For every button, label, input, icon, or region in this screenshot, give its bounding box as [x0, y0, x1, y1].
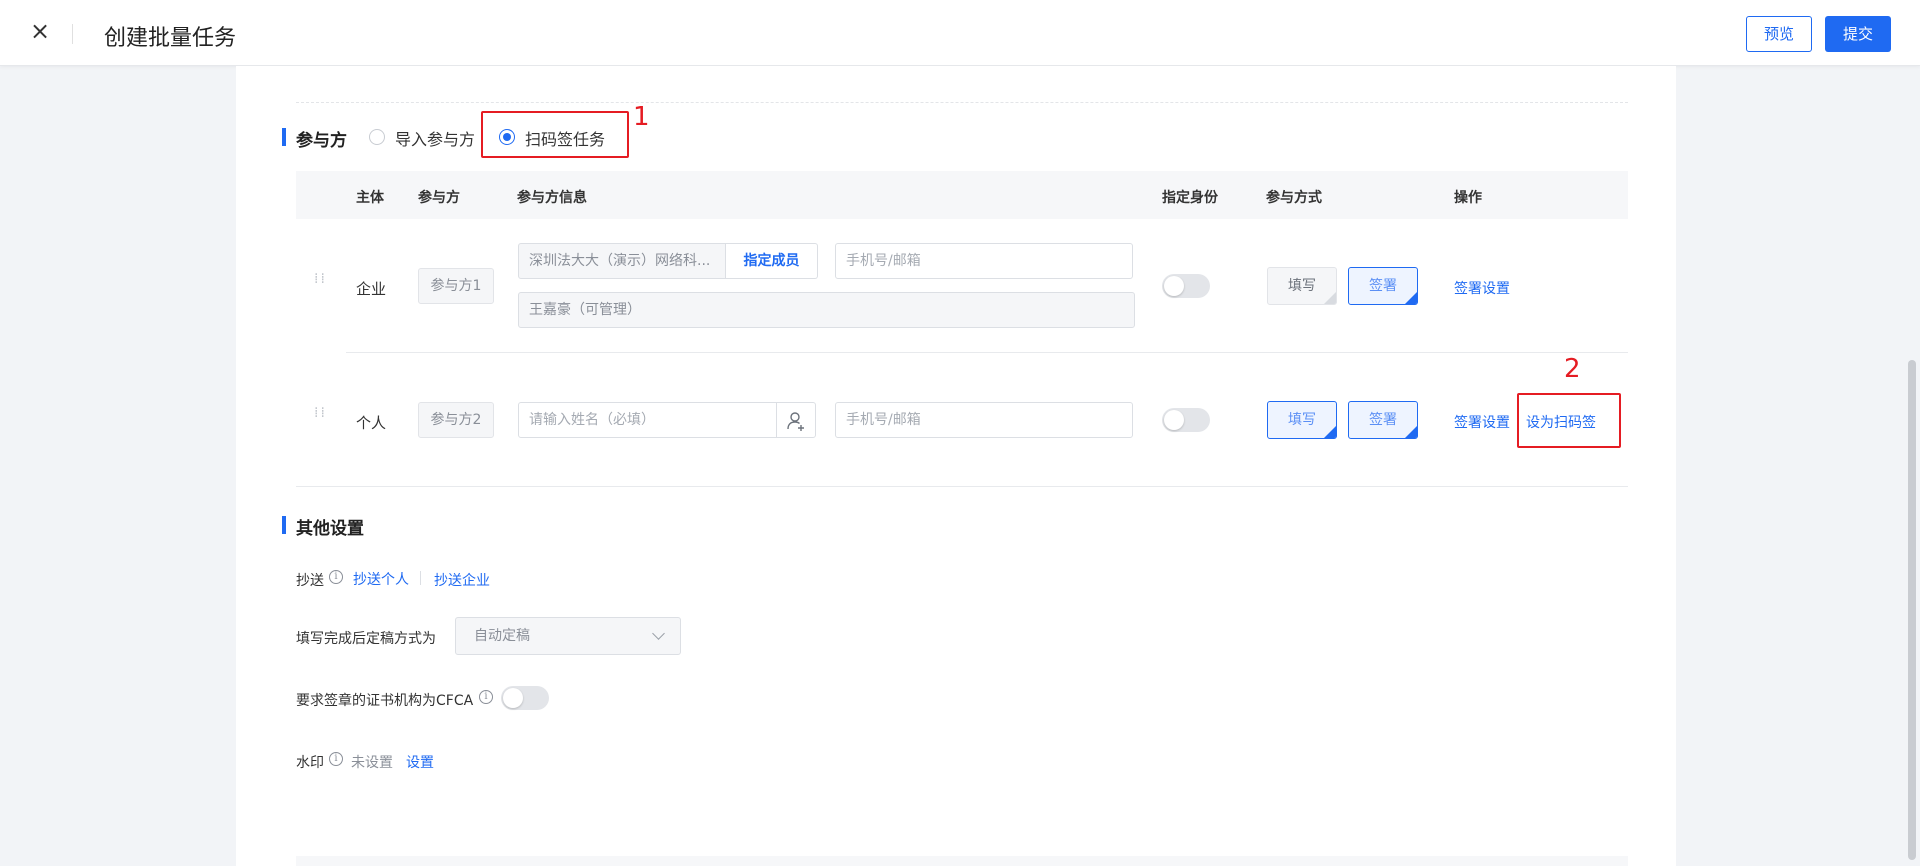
finalize-label: 填写完成后定稿方式为	[296, 631, 436, 647]
close-icon[interactable]: ×	[28, 19, 52, 43]
sign-settings-link[interactable]: 签署设置	[1454, 278, 1510, 298]
row-subject: 企业	[356, 280, 387, 298]
cc-person-link[interactable]: 抄送个人	[353, 569, 409, 589]
corner-mark-icon	[1405, 292, 1417, 304]
info-icon[interactable]: i	[329, 752, 343, 766]
cfca-label: 要求签章的证书机构为CFCA	[296, 693, 474, 709]
column-header: 指定身份	[1162, 190, 1218, 206]
section-marker	[282, 516, 286, 534]
info-icon[interactable]: i	[329, 570, 343, 584]
cfca-toggle[interactable]	[501, 686, 549, 710]
cc-label: 抄送	[296, 573, 324, 589]
table-header	[296, 171, 1628, 219]
watermark-settings-link[interactable]: 设置	[406, 752, 434, 772]
company-field[interactable]: 深圳法大大（演示）网络科...	[518, 243, 726, 279]
cc-company-link[interactable]: 抄送企业	[434, 570, 490, 590]
fill-mode-button[interactable]: 填写	[1267, 401, 1337, 439]
info-icon[interactable]: i	[479, 690, 493, 704]
identity-toggle[interactable]	[1162, 408, 1210, 432]
party-tag: 参与方2	[418, 402, 494, 438]
finalize-value: 自动定稿	[474, 628, 530, 644]
annotation-box-1	[481, 111, 629, 158]
corner-mark-icon	[1324, 292, 1336, 304]
submit-button[interactable]: 提交	[1825, 16, 1891, 52]
preview-button[interactable]: 预览	[1746, 16, 1812, 52]
page-title: 创建批量任务	[104, 26, 237, 51]
annotation-number-2: 2	[1564, 354, 1581, 384]
add-user-icon[interactable]	[776, 402, 816, 438]
contact-input[interactable]: 手机号/邮箱	[835, 402, 1133, 438]
radio-import-participants[interactable]	[369, 129, 385, 145]
annotation-box-2	[1517, 393, 1621, 448]
fill-mode-label: 填写	[1288, 278, 1316, 294]
corner-mark-icon	[1324, 426, 1336, 438]
column-header: 主体	[356, 190, 384, 206]
radio-import-label: 导入参与方	[395, 130, 476, 149]
watermark-status: 未设置	[351, 755, 393, 771]
column-header: 参与方	[418, 190, 460, 206]
name-input[interactable]: 请输入姓名（必填）	[518, 402, 778, 438]
bottom-section	[296, 856, 1628, 866]
top-bar: × 创建批量任务 预览 提交	[0, 0, 1920, 66]
corner-mark-icon	[1405, 426, 1417, 438]
participants-title: 参与方	[296, 131, 347, 151]
annotation-number-1: 1	[633, 102, 650, 132]
section-marker	[282, 128, 286, 146]
sign-settings-link[interactable]: 签署设置	[1454, 412, 1510, 432]
fill-mode-button[interactable]: 填写	[1267, 267, 1337, 305]
member-field[interactable]: 王嘉豪（可管理）	[518, 292, 1135, 328]
assign-member-button[interactable]: 指定成员	[726, 243, 818, 279]
column-header: 参与方式	[1266, 190, 1322, 206]
drag-handle-icon[interactable]: ⁞⁞	[314, 406, 325, 430]
drag-handle-icon[interactable]: ⁞⁞	[314, 272, 325, 296]
divider	[420, 571, 421, 585]
scrollbar[interactable]	[1908, 360, 1916, 860]
watermark-label: 水印	[296, 755, 324, 771]
column-header: 操作	[1454, 190, 1482, 206]
identity-toggle[interactable]	[1162, 274, 1210, 298]
sign-mode-label: 签署	[1369, 278, 1397, 294]
sign-mode-label: 签署	[1369, 412, 1397, 428]
divider	[72, 24, 73, 44]
other-settings-title: 其他设置	[296, 519, 364, 539]
sign-mode-button[interactable]: 签署	[1348, 401, 1418, 439]
finalize-select[interactable]: 自动定稿	[455, 617, 681, 655]
divider	[296, 102, 1628, 103]
party-tag: 参与方1	[418, 268, 494, 304]
fill-mode-label: 填写	[1288, 412, 1316, 428]
sign-mode-button[interactable]: 签署	[1348, 267, 1418, 305]
row-divider	[296, 486, 1628, 487]
column-header: 参与方信息	[517, 190, 587, 206]
contact-input[interactable]: 手机号/邮箱	[835, 243, 1133, 279]
row-divider	[346, 352, 1628, 353]
row-subject: 个人	[356, 414, 387, 432]
